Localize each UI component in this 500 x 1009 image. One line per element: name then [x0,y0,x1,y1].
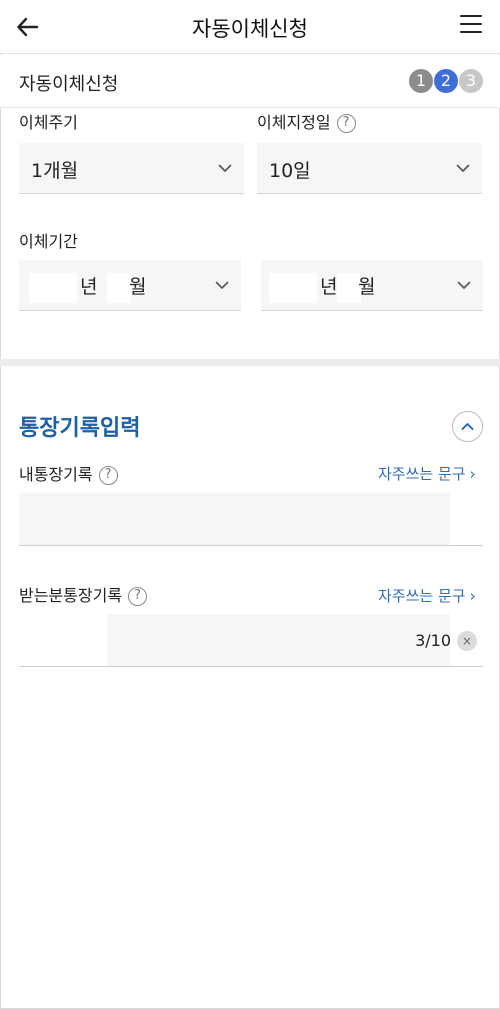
my-memo-phrases-link[interactable]: 자주쓰는 문구 › [378,463,476,484]
help-icon[interactable]: ? [98,466,118,485]
period-label: 이체기간 [19,232,78,251]
my-memo-label: 내통장기록 [19,465,93,484]
char-counter: 3/10 [415,631,451,650]
my-memo-phrases-link-label: 자주쓰는 문구 [378,465,466,483]
day-select[interactable]: 10일 [257,143,482,194]
cycle-select[interactable]: 1개월 [19,143,244,194]
step-bar: 자동이체신청 1 2 3 [0,55,500,108]
clear-icon[interactable]: × [457,631,477,651]
end-month-unit: 월 [358,276,376,298]
recipient-memo-label-wrap: 받는분통장기록? [19,582,148,606]
app-header: 자동이체신청 [0,0,500,54]
chevron-down-icon [456,164,470,172]
section-divider [0,359,500,366]
step-title: 자동이체신청 [19,74,119,95]
recipient-memo-input[interactable]: 3/10 × [19,614,483,667]
chevron-up-icon [461,423,474,430]
my-memo-input-fill [19,493,450,545]
hamburger-menu-icon[interactable] [460,15,484,37]
recipient-memo-phrases-link[interactable]: 자주쓰는 문구 › [378,585,476,606]
my-memo-input[interactable] [19,493,483,546]
day-label-wrap: 이체지정일? [257,109,356,133]
chevron-down-icon [457,281,471,289]
recipient-memo-input-fill [107,614,450,666]
end-year-unit: 년 [320,276,338,298]
end-year-box [269,273,317,303]
period-end-select[interactable]: 년 월 [261,260,483,311]
memo-section-title: 통장기록입력 [19,416,141,441]
my-memo-label-wrap: 내통장기록? [19,461,118,485]
start-month-unit: 월 [129,276,147,298]
day-value: 10일 [269,160,311,182]
day-label: 이체지정일 [257,113,331,132]
step-3-badge: 3 [459,69,483,93]
start-month-box [107,273,131,303]
page-title: 자동이체신청 [192,17,308,41]
help-icon[interactable]: ? [336,114,356,133]
period-start-select[interactable]: 년 월 [19,260,241,311]
help-icon[interactable]: ? [128,587,148,606]
step-2-badge: 2 [434,69,458,93]
chevron-right-icon: › [469,465,476,483]
cycle-label: 이체주기 [19,113,78,132]
chevron-down-icon [218,164,232,172]
step-indicator: 1 2 3 [409,69,483,93]
recipient-memo-label: 받는분통장기록 [19,586,123,605]
step-1-badge: 1 [409,69,433,93]
cycle-value: 1개월 [31,160,79,182]
recipient-memo-phrases-link-label: 자주쓰는 문구 [378,587,466,605]
start-year-box [29,273,77,303]
chevron-down-icon [215,281,229,289]
start-year-unit: 년 [80,276,98,298]
chevron-right-icon: › [469,587,476,605]
collapse-button[interactable] [452,411,483,442]
